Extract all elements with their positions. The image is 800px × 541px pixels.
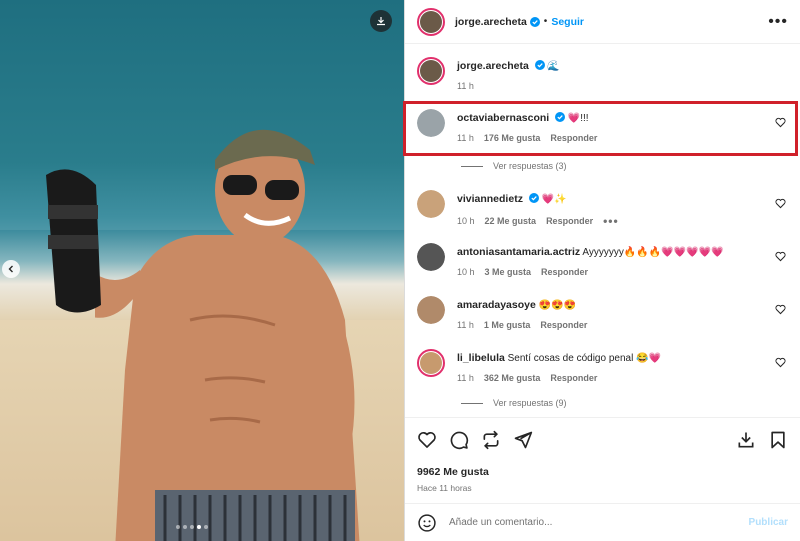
verified-icon [528, 193, 539, 203]
comment-more-icon[interactable]: ••• [603, 214, 619, 228]
comment-time: 10 h [457, 267, 475, 277]
view-replies-button[interactable]: Ver respuestas (9) [461, 398, 567, 408]
comment-likes[interactable]: 1 Me gusta [484, 320, 531, 330]
view-replies-label: Ver respuestas (9) [493, 398, 567, 408]
post-header: jorge.arecheta • Seguir ••• [405, 0, 800, 44]
comment-username[interactable]: viviannedietz [457, 193, 523, 205]
post-side-panel: jorge.arecheta • Seguir ••• jorge.areche… [404, 0, 800, 541]
reply-button[interactable]: Responder [546, 216, 593, 226]
comment-username[interactable]: antoniasantamaria.actriz [457, 246, 580, 258]
like-comment-icon[interactable] [775, 304, 786, 315]
separator-dot: • [543, 16, 548, 27]
comment-username[interactable]: amaradayasoye [457, 299, 536, 311]
carousel-dot [183, 525, 187, 529]
comment-text: Ayyyyyyy🔥🔥🔥💗💗💗💗💗 [582, 247, 724, 258]
comment-item: viviannedietz 💗✨ 10 h 22 Me gusta Respon… [417, 190, 792, 228]
comment-icon[interactable] [449, 430, 469, 450]
download-post-icon[interactable] [736, 430, 756, 450]
caption-time: 11 h [457, 81, 474, 91]
comment-avatar[interactable] [417, 190, 445, 218]
comment-text: Sentí cosas de código penal 😂💗 [507, 353, 661, 364]
verified-icon [529, 16, 540, 27]
view-replies-label: Ver respuestas (3) [493, 161, 567, 171]
carousel-dot [176, 525, 180, 529]
comment-likes[interactable]: 3 Me gusta [485, 267, 532, 277]
comment-time: 10 h [457, 216, 475, 226]
comment-avatar[interactable] [417, 296, 445, 324]
photo-person [95, 129, 360, 541]
reply-button[interactable]: Responder [550, 373, 597, 383]
comment-time: 11 h [457, 320, 474, 330]
caption-avatar[interactable] [417, 57, 445, 85]
carousel-prev-button[interactable] [2, 260, 20, 278]
comment-username[interactable]: li_libelula [457, 352, 505, 364]
post-actions: 9962 Me gusta Hace 11 horas [405, 417, 800, 493]
like-comment-icon[interactable] [775, 198, 786, 209]
sandal-in-hand [46, 169, 101, 313]
comment-time: 11 h [457, 373, 474, 383]
highlight-box [403, 101, 798, 156]
author-username[interactable]: jorge.arecheta [455, 16, 527, 28]
reply-button[interactable]: Responder [541, 267, 588, 277]
replies-line [461, 402, 483, 404]
like-comment-icon[interactable] [775, 357, 786, 368]
download-icon[interactable] [370, 10, 392, 32]
comment-item: amaradayasoye 😍😍😍 11 h 1 Me gusta Respon… [417, 296, 792, 330]
comment-item: li_libelula Sentí cosas de código penal … [417, 349, 792, 383]
comment-text: 😍😍😍 [538, 300, 576, 311]
view-replies-button[interactable]: Ver respuestas (3) [461, 161, 567, 171]
instagram-post-view: jorge.arecheta • Seguir ••• jorge.areche… [0, 0, 800, 541]
carousel-dot [190, 525, 194, 529]
like-icon[interactable] [417, 430, 437, 450]
caption-text: 🌊 [547, 61, 560, 72]
reply-button[interactable]: Responder [540, 320, 587, 330]
save-icon[interactable] [768, 430, 788, 450]
like-comment-icon[interactable] [775, 251, 786, 262]
comment-text: 💗✨ [541, 194, 567, 205]
author-avatar[interactable] [417, 7, 445, 36]
verified-icon [534, 60, 545, 70]
more-options-icon[interactable]: ••• [768, 13, 788, 31]
follow-button[interactable]: Seguir [551, 16, 584, 28]
replies-line [461, 165, 483, 167]
comment-avatar[interactable] [417, 243, 445, 271]
carousel-dot [204, 525, 208, 529]
comment-avatar[interactable] [417, 349, 445, 377]
caption: jorge.arecheta 🌊 11 h [417, 57, 792, 91]
comment-likes[interactable]: 22 Me gusta [485, 216, 537, 226]
publish-button[interactable]: Publicar [749, 517, 788, 528]
likes-count[interactable]: 9962 Me gusta [417, 466, 788, 478]
share-icon[interactable] [513, 430, 533, 450]
emoji-icon[interactable] [417, 513, 437, 533]
comment-input[interactable] [449, 517, 749, 528]
repost-icon[interactable] [481, 430, 501, 450]
add-comment-bar: Publicar [405, 503, 800, 541]
carousel-dot-active [197, 525, 201, 529]
carousel-dots [176, 525, 208, 529]
caption-username[interactable]: jorge.arecheta [457, 60, 529, 72]
comment-likes[interactable]: 362 Me gusta [484, 373, 541, 383]
comment-item: antoniasantamaria.actriz Ayyyyyyy🔥🔥🔥💗💗💗💗… [417, 243, 792, 277]
post-date: Hace 11 horas [417, 483, 472, 493]
post-photo[interactable] [0, 0, 404, 541]
